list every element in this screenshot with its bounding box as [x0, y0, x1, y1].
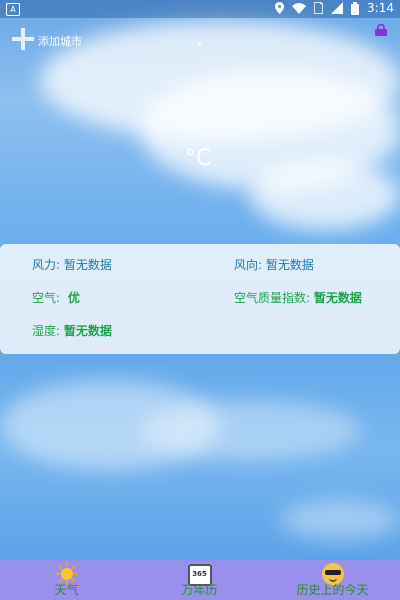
- wind-power-value: 暂无数据: [63, 258, 112, 272]
- location-icon: [275, 2, 285, 14]
- status-time: 3:14: [367, 1, 394, 15]
- air-label: 空气:: [32, 291, 61, 305]
- humidity-label: 湿度:: [32, 324, 61, 338]
- tab-history-label: 历史上的今天: [296, 583, 369, 597]
- wind-direction-value: 暂无数据: [265, 258, 314, 272]
- wind-power-label: 风力:: [32, 258, 61, 272]
- lock-icon[interactable]: [374, 24, 388, 36]
- tab-weather-label: 天气: [54, 583, 79, 597]
- aqi-value: 暂无数据: [313, 291, 362, 305]
- air-value: 优: [67, 291, 80, 305]
- status-bar: A 3:14: [0, 0, 400, 18]
- temperature-unit: °C: [185, 146, 212, 171]
- wind-direction-field: 风向: 暂无数据: [234, 256, 314, 273]
- add-city-label: 添加城市: [38, 35, 82, 48]
- humidity-field: 湿度: 暂无数据: [32, 322, 112, 339]
- page-indicator-dot: [198, 42, 201, 45]
- notification-icon: A: [6, 3, 20, 16]
- plus-icon: [12, 28, 34, 50]
- sim-icon: [314, 2, 324, 14]
- battery-icon: [351, 1, 360, 15]
- tab-history-today[interactable]: 历史上的今天: [266, 562, 399, 600]
- add-city-button[interactable]: 添加城市: [12, 28, 82, 50]
- humidity-value: 暂无数据: [63, 324, 112, 338]
- tab-weather[interactable]: 天气: [0, 562, 133, 600]
- tab-calendar-label: 万年历: [181, 583, 218, 597]
- wind-power-field: 风力: 暂无数据: [32, 256, 112, 273]
- wifi-icon: [292, 2, 307, 14]
- wind-direction-label: 风向:: [234, 258, 263, 272]
- aqi-label: 空气质量指数:: [234, 291, 311, 305]
- bottom-tab-bar: 天气 365 万年历 历史上的今天: [0, 560, 400, 600]
- weather-detail-panel: 风力: 暂无数据 风向: 暂无数据 空气: 优 空气质量指数: 暂无数据 湿度:…: [0, 244, 400, 354]
- air-field: 空气: 优: [32, 289, 80, 306]
- tab-calendar[interactable]: 365 万年历: [133, 562, 266, 600]
- signal-icon: [331, 2, 344, 14]
- aqi-field: 空气质量指数: 暂无数据: [234, 289, 362, 306]
